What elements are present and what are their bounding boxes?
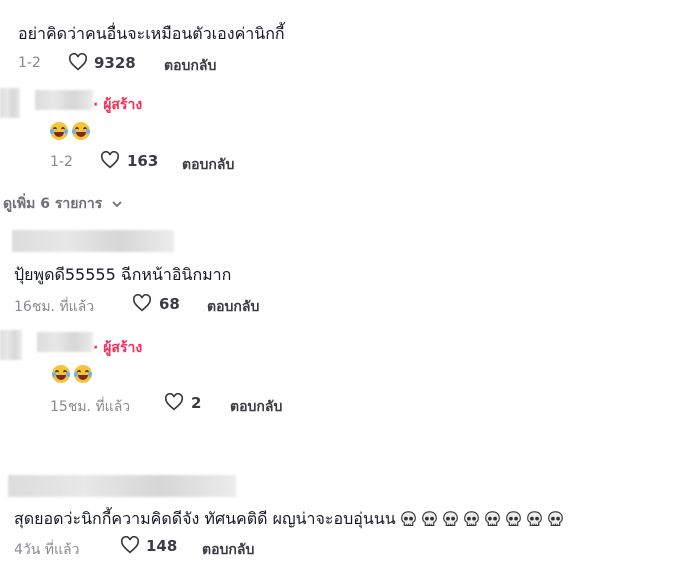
comment-text: สุดยอดว่ะนิกกี้ความคิดดีจัง ทัศนคติดี ผญ… <box>14 509 396 528</box>
skull-icon <box>484 511 501 528</box>
reply-button[interactable]: ตอบกลับ <box>230 396 282 418</box>
comment-emojis <box>50 120 94 140</box>
face-with-tears-of-joy-icon <box>74 364 92 383</box>
skull-emoji-group <box>396 509 564 528</box>
like-count: 2 <box>191 394 202 412</box>
skull-icon <box>400 511 417 528</box>
heart-icon[interactable] <box>164 392 184 411</box>
avatar[interactable] <box>0 330 22 360</box>
username[interactable] <box>35 90 93 110</box>
like-count: 163 <box>127 152 159 170</box>
comment-date: 16ชม. ที่แล้ว <box>14 299 95 315</box>
username[interactable] <box>37 332 93 352</box>
like-count: 148 <box>146 537 178 555</box>
username[interactable] <box>8 475 236 497</box>
skull-icon <box>463 511 480 528</box>
comment-date: 15ชม. ที่แล้ว <box>50 399 131 415</box>
username[interactable] <box>12 230 174 252</box>
comment-date: 4วัน ที่แล้ว <box>14 542 80 558</box>
comment-date: 1-2 <box>18 55 41 71</box>
heart-icon[interactable] <box>132 293 152 312</box>
reply-button[interactable]: ตอบกลับ <box>207 296 259 318</box>
view-more-replies[interactable]: ดูเพิ่ม 6 รายการ <box>3 193 123 215</box>
skull-icon <box>505 511 522 528</box>
face-with-tears-of-joy-icon <box>50 121 68 140</box>
comment-date: 1-2 <box>50 154 73 170</box>
face-with-tears-of-joy-icon <box>72 121 90 140</box>
heart-icon[interactable] <box>100 150 120 169</box>
heart-icon[interactable] <box>120 535 140 554</box>
skull-icon <box>421 511 438 528</box>
view-more-label: ดูเพิ่ม 6 รายการ <box>3 196 103 212</box>
like-count: 9328 <box>94 54 136 72</box>
reply-button[interactable]: ตอบกลับ <box>202 539 254 561</box>
comment-text-row: สุดยอดว่ะนิกกี้ความคิดดีจัง ทัศนคติดี ผญ… <box>14 507 564 532</box>
skull-icon <box>526 511 543 528</box>
skull-icon <box>442 511 459 528</box>
heart-icon[interactable] <box>68 52 88 71</box>
skull-icon <box>547 511 564 528</box>
like-count: 68 <box>159 295 180 313</box>
chevron-down-icon <box>111 194 123 213</box>
comment-emojis <box>52 363 96 383</box>
creator-tag: · ผู้สร้าง <box>93 97 143 113</box>
comment-text: ปุ้ยพูดดี55555 ฉีกหน้าอินิกมาก <box>14 265 232 284</box>
reply-button[interactable]: ตอบกลับ <box>182 154 234 176</box>
avatar[interactable] <box>0 88 20 118</box>
face-with-tears-of-joy-icon <box>52 364 70 383</box>
comment-text: อย่าคิดว่าคนอื่นจะเหมือนตัวเองค่านิกกี้ <box>18 24 285 43</box>
reply-button[interactable]: ตอบกลับ <box>164 55 216 77</box>
creator-tag: · ผู้สร้าง <box>93 340 143 356</box>
